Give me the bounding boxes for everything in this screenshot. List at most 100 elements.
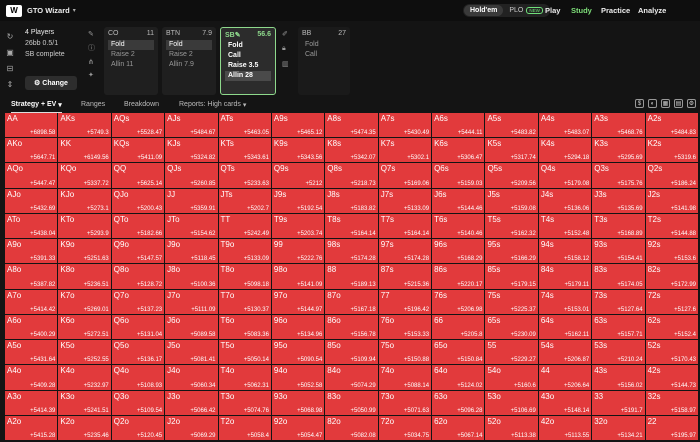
tab-breakdown[interactable]: Breakdown [124, 97, 159, 112]
dollar-icon[interactable]: $ [635, 99, 644, 108]
hand-cell[interactable]: J2o +5069.29 [165, 415, 218, 440]
hand-cell[interactable]: 22 +5195.97 [645, 415, 698, 440]
nav-play[interactable]: Play [545, 0, 560, 21]
hand-cell[interactable]: 96s +5168.29 [432, 239, 485, 264]
hand-cell[interactable]: T2s +5144.88 [645, 213, 698, 239]
reset-icon[interactable]: ↻ [7, 31, 14, 43]
hand-cell[interactable]: 33 +5191.7 [592, 390, 645, 415]
hand-cell[interactable]: T2o +5058.4 [218, 415, 271, 440]
hand-cell[interactable]: TT +5242.49 [218, 213, 271, 239]
hand-cell[interactable]: 52o +5113.38 [485, 415, 538, 440]
hand-cell[interactable]: K2o +5235.46 [58, 415, 111, 440]
hand-cell[interactable]: 66 +5205.8 [432, 314, 485, 340]
hand-cell[interactable]: 74s +5153.01 [538, 289, 592, 314]
position-card-bb[interactable]: BB 27 Fold Call [298, 27, 350, 95]
hand-cell[interactable]: K8o +5236.51 [58, 264, 111, 289]
hand-cell[interactable]: 73o +5071.63 [378, 390, 432, 415]
hand-cell[interactable]: T8s +5164.14 [325, 213, 378, 239]
hand-cell[interactable]: 54o +5160.6 [485, 365, 538, 390]
hand-cell[interactable]: A6s +5444.11 [432, 113, 485, 138]
hand-cell[interactable]: J3o +5066.42 [165, 390, 218, 415]
hand-cell[interactable]: 92s +5153.6 [645, 239, 698, 264]
hand-cell[interactable]: 82s +5172.99 [645, 264, 698, 289]
hand-cell[interactable]: 85s +5179.15 [485, 264, 538, 289]
hand-cell[interactable]: 77 +5196.42 [378, 289, 432, 314]
hand-cell[interactable]: Q2s +5186.24 [645, 163, 698, 188]
hand-cell[interactable]: AKo +5647.71 [5, 138, 58, 163]
hand-cell[interactable]: T6s +5140.46 [432, 213, 485, 239]
hand-cell[interactable]: T9s +5203.74 [271, 213, 325, 239]
hand-cell[interactable]: J6o +5089.58 [165, 314, 218, 340]
hand-cell[interactable]: QTo +5182.66 [111, 213, 165, 239]
hand-cell[interactable]: KQo +5337.72 [58, 163, 111, 188]
nav-analyze[interactable]: Analyze [638, 0, 666, 21]
action-option[interactable]: Raise 2 [108, 50, 154, 60]
hand-cell[interactable]: 92o +5054.47 [271, 415, 325, 440]
hand-cell[interactable]: 75o +5150.88 [378, 340, 432, 365]
action-option[interactable]: Fold [166, 40, 212, 50]
hand-cell[interactable]: 43o +5148.14 [538, 390, 592, 415]
hand-cell[interactable]: K9o +5251.63 [58, 239, 111, 264]
hand-cell[interactable]: 52s +5170.43 [645, 340, 698, 365]
hand-cell[interactable]: 94o +5052.58 [271, 365, 325, 390]
hand-cell[interactable]: KTs +5343.61 [218, 138, 271, 163]
hand-cell[interactable]: T8o +5098.18 [218, 264, 271, 289]
hand-cell[interactable]: K5o +5252.55 [58, 340, 111, 365]
hand-cell[interactable]: J7o +5111.09 [165, 289, 218, 314]
hand-cell[interactable]: 55 +5229.27 [485, 340, 538, 365]
tree-icon[interactable]: ⋔ [88, 58, 98, 66]
hand-cell[interactable]: 62s +5152.4 [645, 314, 698, 340]
hand-cell[interactable]: KQs +5411.09 [111, 138, 165, 163]
info-icon[interactable]: ⓘ [88, 43, 98, 53]
hand-cell[interactable]: A8o +5387.82 [5, 264, 58, 289]
hand-cell[interactable]: QJs +5260.85 [165, 163, 218, 188]
hand-cell[interactable]: 96o +5134.96 [271, 314, 325, 340]
hand-cell[interactable]: A6o +5400.29 [5, 314, 58, 340]
position-card-btn[interactable]: BTN 7.9 Fold Raise 2 Allin 7.9 [162, 27, 216, 95]
hand-cell[interactable]: 65o +5150.84 [432, 340, 485, 365]
tab-strategy-ev[interactable]: Strategy + EV ▾ [11, 97, 62, 113]
hand-cell[interactable]: 65s +5230.09 [485, 314, 538, 340]
tab-ranges[interactable]: Ranges [81, 97, 105, 112]
nav-study[interactable]: Study [571, 0, 592, 21]
hand-cell[interactable]: K7o +5269.01 [58, 289, 111, 314]
hand-cell[interactable]: 42o +5113.55 [538, 415, 592, 440]
hand-cell[interactable]: J5s +5159.08 [485, 188, 538, 213]
hand-cell[interactable]: T6o +5083.36 [218, 314, 271, 340]
hand-cell[interactable]: 97s +5174.28 [378, 239, 432, 264]
hand-cell[interactable]: K3o +5241.51 [58, 390, 111, 415]
hand-cell[interactable]: QTs +5233.63 [218, 163, 271, 188]
hand-cell[interactable]: 94s +5158.12 [538, 239, 592, 264]
hand-cell[interactable]: KJo +5273.1 [58, 188, 111, 213]
hand-cell[interactable]: JJ +5359.91 [165, 188, 218, 213]
gamepad-icon[interactable]: ⊟ [7, 63, 14, 75]
hand-cell[interactable]: K3s +5295.69 [592, 138, 645, 163]
hand-cell[interactable]: T4s +5152.48 [538, 213, 592, 239]
hand-cell[interactable]: KTo +5293.9 [58, 213, 111, 239]
hand-cell[interactable]: J4o +5060.34 [165, 365, 218, 390]
grid-icon[interactable]: ▤ [674, 99, 683, 108]
app-name[interactable]: GTO Wizard [27, 6, 70, 15]
hand-cell[interactable]: JTo +5154.62 [165, 213, 218, 239]
hand-cell[interactable]: 74o +5088.14 [378, 365, 432, 390]
hand-cell[interactable]: Q2o +5120.45 [111, 415, 165, 440]
hand-cell[interactable]: 72s +5127.6 [645, 289, 698, 314]
hand-cell[interactable]: Q7o +5137.23 [111, 289, 165, 314]
hand-cell[interactable]: Q5s +5209.56 [485, 163, 538, 188]
hand-cell[interactable]: QQ +5625.14 [111, 163, 165, 188]
hand-cell[interactable]: 93o +5068.98 [271, 390, 325, 415]
hand-cell[interactable]: AJo +5432.69 [5, 188, 58, 213]
hand-cell[interactable]: 97o +5144.97 [271, 289, 325, 314]
hand-cell[interactable]: 63s +5157.71 [592, 314, 645, 340]
action-option[interactable]: Call [302, 50, 346, 60]
hand-cell[interactable]: KJs +5324.82 [165, 138, 218, 163]
hand-cell[interactable]: 93s +5154.41 [592, 239, 645, 264]
hand-cell[interactable]: J7s +5133.09 [378, 188, 432, 213]
hand-cell[interactable]: J2s +5141.98 [645, 188, 698, 213]
hand-cell[interactable]: 76s +5206.98 [432, 289, 485, 314]
hand-cell[interactable]: KK +6149.56 [58, 138, 111, 163]
hand-cell[interactable]: T3s +5168.89 [592, 213, 645, 239]
hand-cell[interactable]: 82o +5082.08 [325, 415, 378, 440]
position-card-sb[interactable]: SB✎ 56.6 Fold Call Raise 3.5 Allin 28 [220, 27, 276, 95]
hand-cell[interactable]: 84s +5179.11 [538, 264, 592, 289]
